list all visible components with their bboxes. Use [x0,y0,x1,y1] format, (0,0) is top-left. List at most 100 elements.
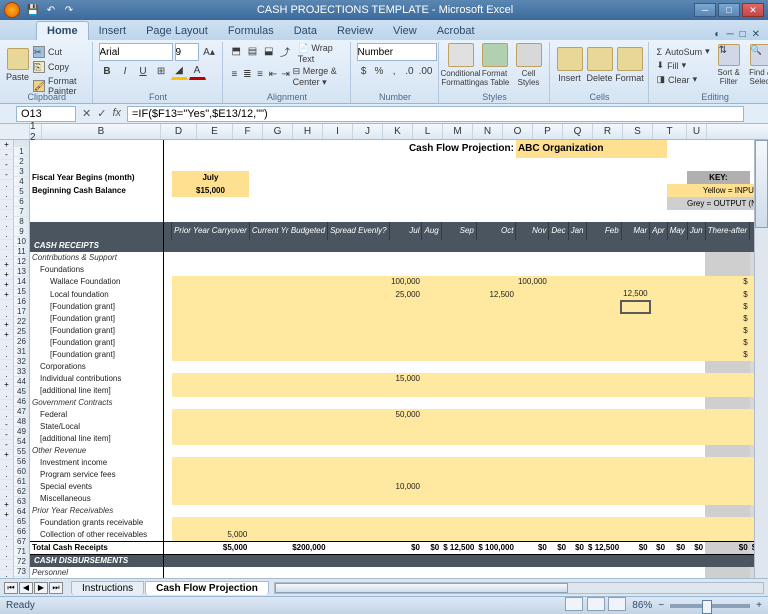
orientation-icon[interactable]: ⤴ [277,43,292,60]
column-headers[interactable]: 1 2 B D E F G H I J K L M N O P Q R S T … [0,124,768,140]
save-icon[interactable]: 💾 [26,3,40,17]
tab-acrobat[interactable]: Acrobat [427,22,485,40]
col-Q[interactable]: Q [563,124,593,139]
col-H[interactable]: H [293,124,323,139]
cells-area[interactable]: Cash Flow Projection:ABC Organization Fi… [30,140,768,578]
table-row[interactable]: Local foundation25,00012,50012,500$25,00… [30,288,768,301]
increase-decimal-icon[interactable]: .0 [402,63,416,80]
sheet-tab-cashflow[interactable]: Cash Flow Projection [145,581,269,595]
table-row[interactable]: Corporations [30,361,768,373]
align-right-icon[interactable]: ≡ [254,66,266,83]
table-row[interactable]: State/Local [30,421,768,433]
col-S[interactable]: S [623,124,653,139]
col-K[interactable]: K [383,124,413,139]
row-headers[interactable]: 1234567891011121314151617222526313233444… [14,140,30,578]
enter-formula-icon[interactable]: ✓ [97,107,106,120]
col-M[interactable]: M [443,124,473,139]
fill-button[interactable]: ⬇ Fill ▾ [655,59,712,72]
table-row[interactable]: Foundations [30,264,768,276]
underline-icon[interactable]: U [135,63,152,80]
number-format-select[interactable] [357,43,437,61]
table-row[interactable]: [Foundation grant]$ [30,301,768,313]
wrap-text-button[interactable]: 📄 Wrap Text [298,43,346,64]
sheet-nav-prev-icon[interactable]: ◀ [19,582,33,594]
table-row[interactable]: Federal50,000 [30,409,768,421]
align-center-icon[interactable]: ≣ [241,66,253,83]
org-name-cell[interactable]: ABC Organization [516,140,667,158]
table-row[interactable]: [Foundation grant]$ [30,349,768,361]
sheet-nav-last-icon[interactable]: ⏭ [49,582,63,594]
col-N[interactable]: N [473,124,503,139]
col-P[interactable]: P [533,124,563,139]
sheet-tab-instructions[interactable]: Instructions [71,581,144,595]
tab-insert[interactable]: Insert [89,22,137,40]
col-U[interactable]: U [687,124,707,139]
table-row[interactable]: Personnel [30,567,768,578]
col-F[interactable]: F [233,124,263,139]
ribbon-close-icon[interactable]: □ [740,29,746,40]
undo-icon[interactable]: ↶ [44,3,58,17]
col-I[interactable]: I [323,124,353,139]
table-row[interactable]: Miscellaneous [30,493,768,505]
comma-icon[interactable]: , [387,63,401,80]
tab-home[interactable]: Home [36,21,89,40]
col-L[interactable]: L [413,124,443,139]
table-row[interactable]: Government Contracts [30,397,768,409]
paste-button[interactable]: Paste [6,43,29,87]
zoom-in-icon[interactable]: + [756,600,762,611]
redo-icon[interactable]: ↷ [62,3,76,17]
sort-filter-button[interactable]: ⇅Sort & Filter [714,43,744,87]
ribbon-x-icon[interactable]: ✕ [752,29,760,40]
conditional-formatting-button[interactable]: Conditional Formatting [445,43,477,87]
fx-icon[interactable]: fx [112,107,121,120]
sheet-nav-first-icon[interactable]: ⏮ [4,582,18,594]
fiscal-year-input[interactable]: July [172,171,250,184]
outline-expand-icon[interactable]: + [0,140,13,150]
zoom-level[interactable]: 86% [632,600,652,611]
grid-viewport[interactable]: +---........++++..++....+...---+....++..… [0,140,768,578]
align-middle-icon[interactable]: ▤ [245,43,260,60]
view-page-layout-icon[interactable] [587,597,605,611]
autosum-button[interactable]: Σ AutoSum ▾ [655,45,712,58]
col-G[interactable]: G [263,124,293,139]
find-select-button[interactable]: 🔍Find & Select [746,43,768,87]
scrollbar-thumb[interactable] [755,140,768,228]
name-box[interactable] [16,106,76,122]
tab-formulas[interactable]: Formulas [218,22,284,40]
clear-button[interactable]: ◨ Clear ▾ [655,73,712,86]
table-row[interactable]: Collection of other receivables5,000 [30,529,768,542]
table-row[interactable]: Wallace Foundation100,000100,000$100,000 [30,276,768,288]
select-all-corner[interactable] [0,124,30,139]
col-D[interactable]: D [161,124,197,139]
vertical-scrollbar[interactable] [754,140,768,578]
office-button[interactable] [4,2,20,18]
border-icon[interactable]: ⊞ [153,63,170,80]
table-row[interactable]: Investment income [30,457,768,469]
tab-data[interactable]: Data [284,22,327,40]
table-row[interactable]: Program service fees [30,469,768,481]
horizontal-scrollbar[interactable] [274,582,764,594]
decrease-decimal-icon[interactable]: .00 [418,63,434,80]
col-B[interactable]: B [42,124,161,139]
table-row[interactable]: [Foundation grant]$ [30,337,768,349]
tab-review[interactable]: Review [327,22,383,40]
table-row[interactable]: Contributions & Support [30,252,768,264]
bold-icon[interactable]: B [99,63,116,80]
view-page-break-icon[interactable] [608,597,626,611]
cancel-formula-icon[interactable]: ✕ [82,107,91,120]
col-R[interactable]: R [593,124,623,139]
ribbon-minimize-icon[interactable]: ─ [726,29,733,40]
copy-button[interactable]: ⎘Copy [31,60,88,74]
zoom-slider[interactable] [670,604,750,608]
beginning-cash-input[interactable]: $15,000 [172,184,250,197]
indent-increase-icon[interactable]: ⇥ [280,66,292,83]
italic-icon[interactable]: I [117,63,134,80]
table-row[interactable]: Individual contributions15,000 [30,373,768,385]
align-left-icon[interactable]: ≡ [229,66,241,83]
indent-decrease-icon[interactable]: ⇤ [267,66,279,83]
tab-page-layout[interactable]: Page Layout [136,22,218,40]
hscroll-thumb[interactable] [275,583,568,593]
format-cells-button[interactable]: Format [616,43,644,87]
col-T[interactable]: T [653,124,687,139]
formula-bar[interactable] [127,106,744,122]
